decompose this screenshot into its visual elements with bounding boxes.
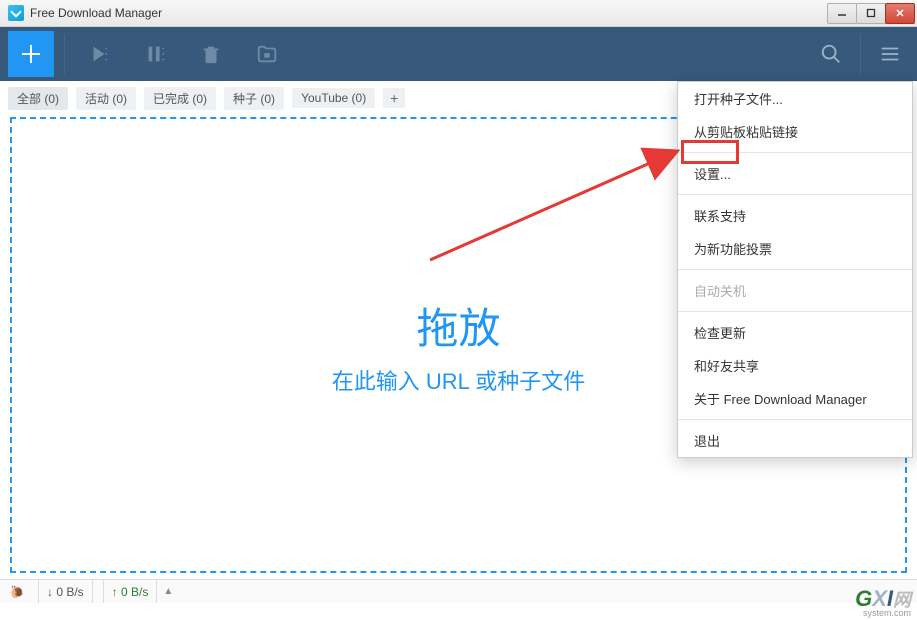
- drop-subtitle: 在此输入 URL 或种子文件: [332, 364, 585, 396]
- snail-icon[interactable]: 🐌: [6, 585, 28, 599]
- toolbar: [0, 27, 917, 81]
- menu-about[interactable]: 关于 Free Download Manager: [678, 382, 912, 415]
- play-button[interactable]: [71, 31, 127, 77]
- menu-button[interactable]: [867, 31, 913, 77]
- separator: [64, 34, 65, 74]
- tab-all[interactable]: 全部 (0): [8, 87, 68, 110]
- delete-button[interactable]: [183, 31, 239, 77]
- maximize-button[interactable]: [856, 3, 886, 24]
- menu-vote[interactable]: 为新功能投票: [678, 232, 912, 265]
- statusbar: 🐌 ↓ 0 B/s ↑ 0 B/s ▲: [0, 579, 917, 603]
- menu-check-update[interactable]: 检查更新: [678, 316, 912, 349]
- window-controls: [828, 3, 915, 24]
- search-button[interactable]: [808, 31, 854, 77]
- menu-separator: [678, 269, 912, 270]
- separator: [860, 34, 861, 74]
- menu-separator: [678, 152, 912, 153]
- menu-contact[interactable]: 联系支持: [678, 199, 912, 232]
- menu-share[interactable]: 和好友共享: [678, 349, 912, 382]
- menu-exit[interactable]: 退出: [678, 424, 912, 457]
- drop-title: 拖放: [416, 295, 500, 356]
- menu-open-seed[interactable]: 打开种子文件...: [678, 82, 912, 115]
- download-speed: ↓ 0 B/s: [38, 580, 93, 603]
- folder-button[interactable]: [239, 31, 295, 77]
- add-tab-button[interactable]: +: [383, 88, 405, 108]
- upload-speed: ↑ 0 B/s: [103, 580, 158, 603]
- titlebar: Free Download Manager: [0, 0, 917, 27]
- add-button[interactable]: [8, 31, 54, 77]
- main-menu: 打开种子文件... 从剪贴板粘贴链接 设置... 联系支持 为新功能投票 自动关…: [677, 81, 913, 458]
- menu-settings[interactable]: 设置...: [678, 157, 912, 190]
- tab-seed[interactable]: 种子 (0): [224, 87, 284, 110]
- menu-auto-shutdown: 自动关机: [678, 274, 912, 307]
- app-icon: [8, 5, 24, 21]
- tab-done[interactable]: 已完成 (0): [144, 87, 216, 110]
- window-title: Free Download Manager: [30, 6, 162, 20]
- menu-separator: [678, 194, 912, 195]
- tab-active[interactable]: 活动 (0): [76, 87, 136, 110]
- close-button[interactable]: [885, 3, 915, 24]
- chevron-up-icon[interactable]: ▲: [163, 586, 173, 597]
- menu-separator: [678, 311, 912, 312]
- pause-button[interactable]: [127, 31, 183, 77]
- watermark: GXI网 system.com: [855, 586, 911, 618]
- menu-paste-clipboard[interactable]: 从剪贴板粘贴链接: [678, 115, 912, 148]
- minimize-button[interactable]: [827, 3, 857, 24]
- menu-separator: [678, 419, 912, 420]
- tab-youtube[interactable]: YouTube (0): [292, 88, 375, 108]
